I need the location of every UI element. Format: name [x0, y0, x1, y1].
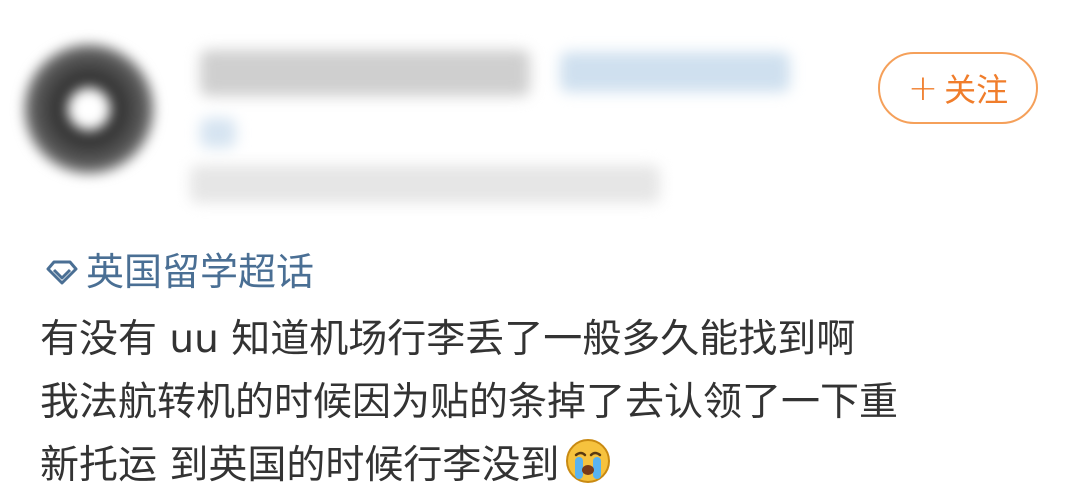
post-line-2: 我法航转机的时候因为贴的条掉了去认领了一下重: [40, 380, 899, 425]
super-topic-link[interactable]: 英国留学超话: [42, 248, 314, 296]
post-body: 有没有 uu 知道机场行李丢了一般多久能找到啊 我法航转机的时候因为贴的条掉了去…: [40, 308, 898, 497]
follow-button[interactable]: + 关注: [878, 52, 1038, 124]
avatar[interactable]: [24, 44, 154, 174]
username-blurred[interactable]: [200, 50, 530, 96]
username-link-blurred[interactable]: [560, 52, 790, 92]
post-line-3: 新托运 到英国的时候行李没到: [40, 443, 560, 488]
post-line-3-wrap: 新托运 到英国的时候行李没到: [40, 434, 898, 497]
follow-button-label: 关注: [944, 71, 1009, 109]
diamond-icon: [46, 260, 78, 285]
user-badge-blurred: [200, 118, 236, 148]
plus-icon: +: [907, 67, 939, 109]
post-line-1: 有没有 uu 知道机场行李丢了一般多久能找到啊: [40, 317, 856, 362]
post-meta-blurred: [190, 165, 660, 203]
crying-face-icon: [566, 439, 611, 483]
super-topic-label: 英国留学超话: [86, 250, 315, 294]
